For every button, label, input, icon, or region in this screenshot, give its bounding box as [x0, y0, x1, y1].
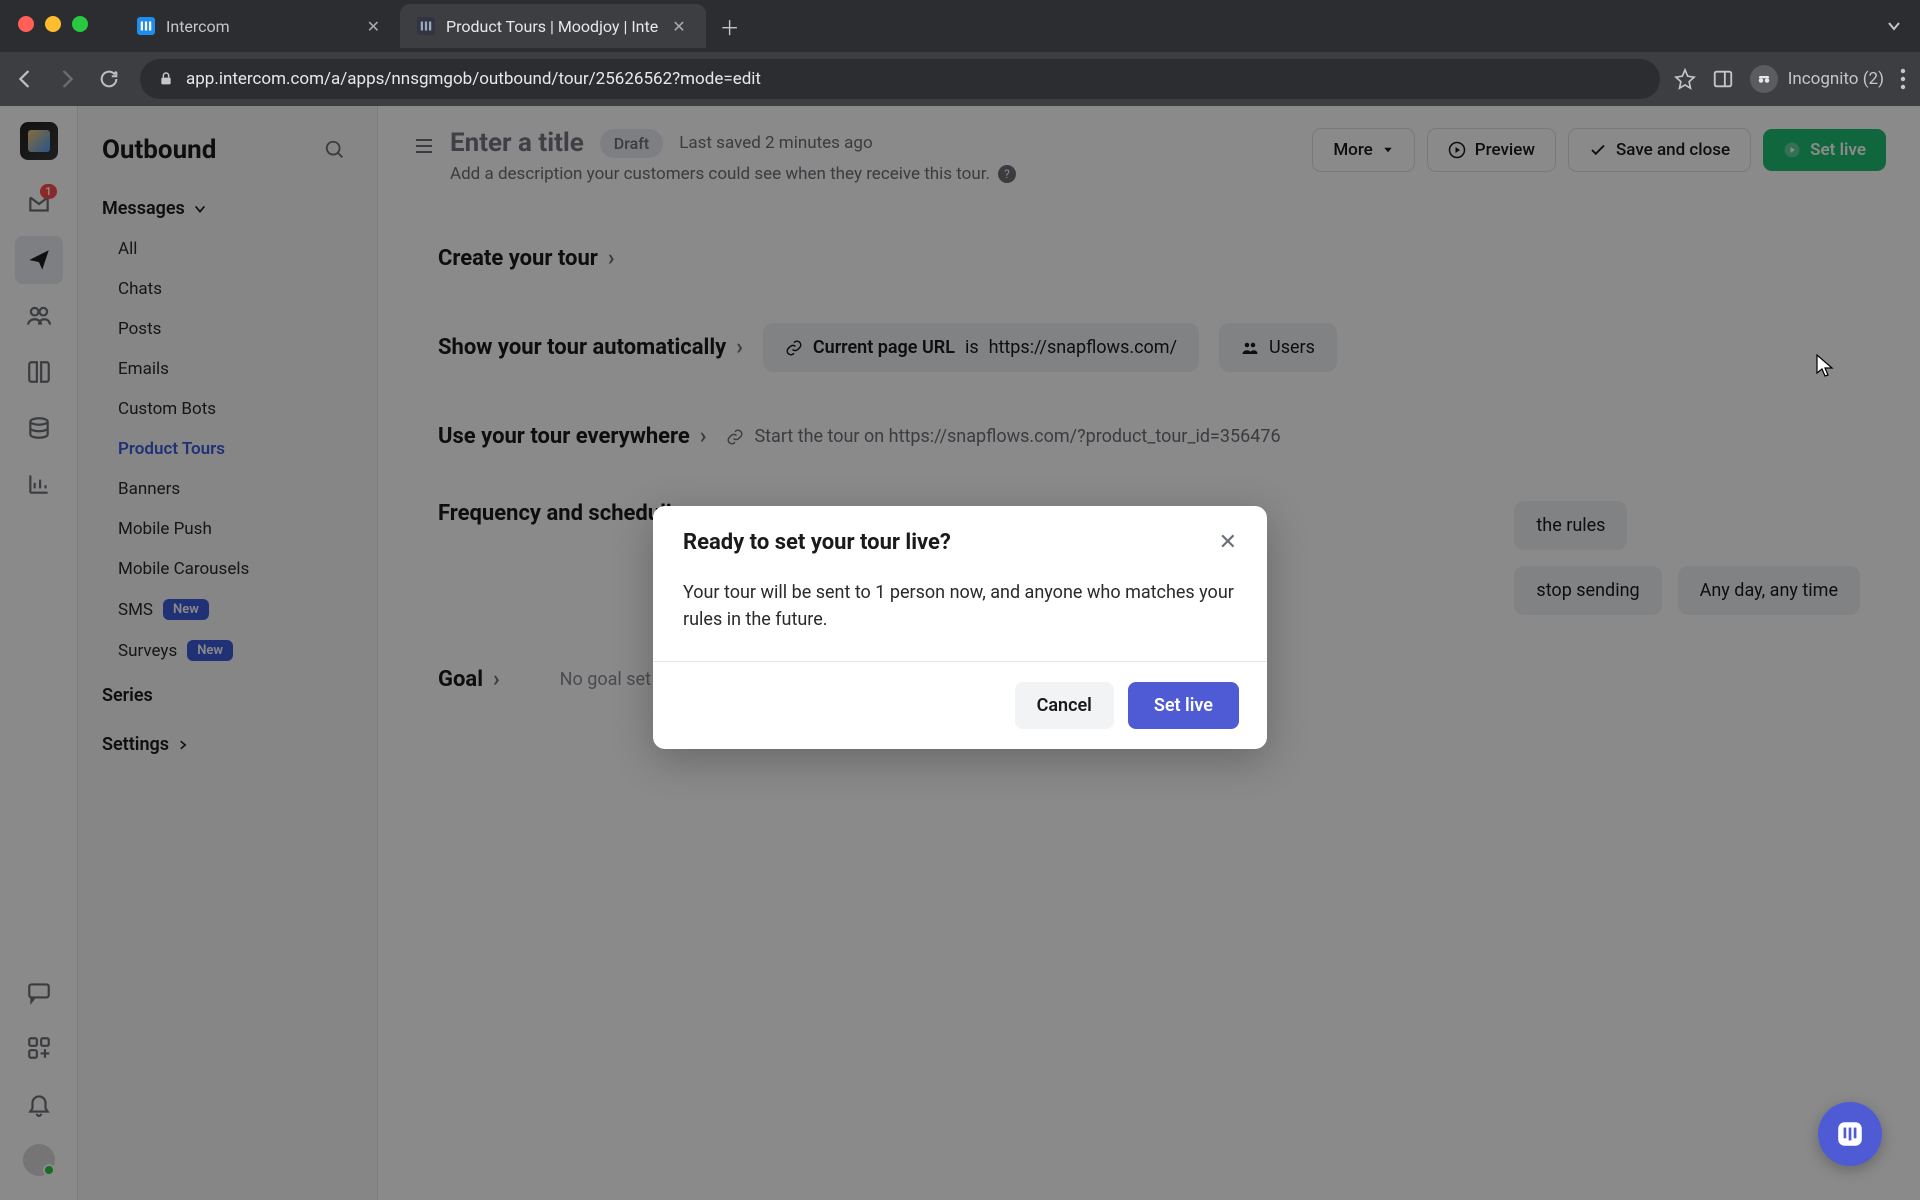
mouse-cursor	[1816, 354, 1834, 378]
tabs-overflow-icon[interactable]	[1886, 18, 1902, 34]
bookmark-icon[interactable]	[1674, 68, 1696, 90]
panel-icon[interactable]	[1712, 68, 1734, 90]
modal-body: Your tour will be sent to 1 person now, …	[653, 565, 1267, 661]
incognito-label: Incognito (2)	[1788, 69, 1884, 89]
messenger-icon	[1835, 1119, 1865, 1149]
address-bar[interactable]: app.intercom.com/a/apps/nnsgmgob/outboun…	[140, 59, 1660, 99]
incognito-indicator[interactable]: Incognito (2)	[1750, 65, 1884, 93]
mac-maximize[interactable]	[72, 16, 88, 32]
mac-window-controls	[18, 16, 88, 32]
modal-title: Ready to set your tour live?	[683, 530, 951, 555]
browser-tab-active[interactable]: Product Tours | Moodjoy | Inte ✕	[400, 4, 706, 48]
lock-icon	[158, 71, 174, 87]
favicon-icon	[416, 16, 436, 36]
url-text: app.intercom.com/a/apps/nnsgmgob/outboun…	[186, 69, 761, 89]
tab-title: Product Tours | Moodjoy | Inte	[446, 17, 658, 36]
new-tab-button[interactable]: ＋	[706, 12, 754, 41]
mac-minimize[interactable]	[45, 16, 61, 32]
browser-menu-icon[interactable]	[1900, 68, 1906, 90]
cancel-button[interactable]: Cancel	[1015, 682, 1114, 729]
tab-close-icon[interactable]: ✕	[363, 17, 384, 36]
browser-tab[interactable]: Intercom ✕	[120, 4, 400, 48]
modal-overlay[interactable]: Ready to set your tour live? ✕ Your tour…	[0, 106, 1920, 1200]
confirm-set-live-button[interactable]: Set live	[1128, 682, 1239, 729]
forward-button[interactable]	[56, 68, 84, 90]
intercom-launcher[interactable]	[1818, 1102, 1882, 1166]
mac-close[interactable]	[18, 16, 34, 32]
favicon-icon	[136, 16, 156, 36]
tab-close-icon[interactable]: ✕	[668, 17, 689, 36]
confirm-modal: Ready to set your tour live? ✕ Your tour…	[653, 506, 1267, 749]
browser-toolbar: app.intercom.com/a/apps/nnsgmgob/outboun…	[0, 52, 1920, 106]
browser-tab-strip: Intercom ✕ Product Tours | Moodjoy | Int…	[0, 0, 1920, 52]
reload-button[interactable]	[98, 68, 126, 90]
incognito-icon	[1750, 65, 1778, 93]
modal-close-button[interactable]: ✕	[1219, 530, 1237, 555]
back-button[interactable]	[14, 68, 42, 90]
tab-title: Intercom	[166, 17, 353, 36]
